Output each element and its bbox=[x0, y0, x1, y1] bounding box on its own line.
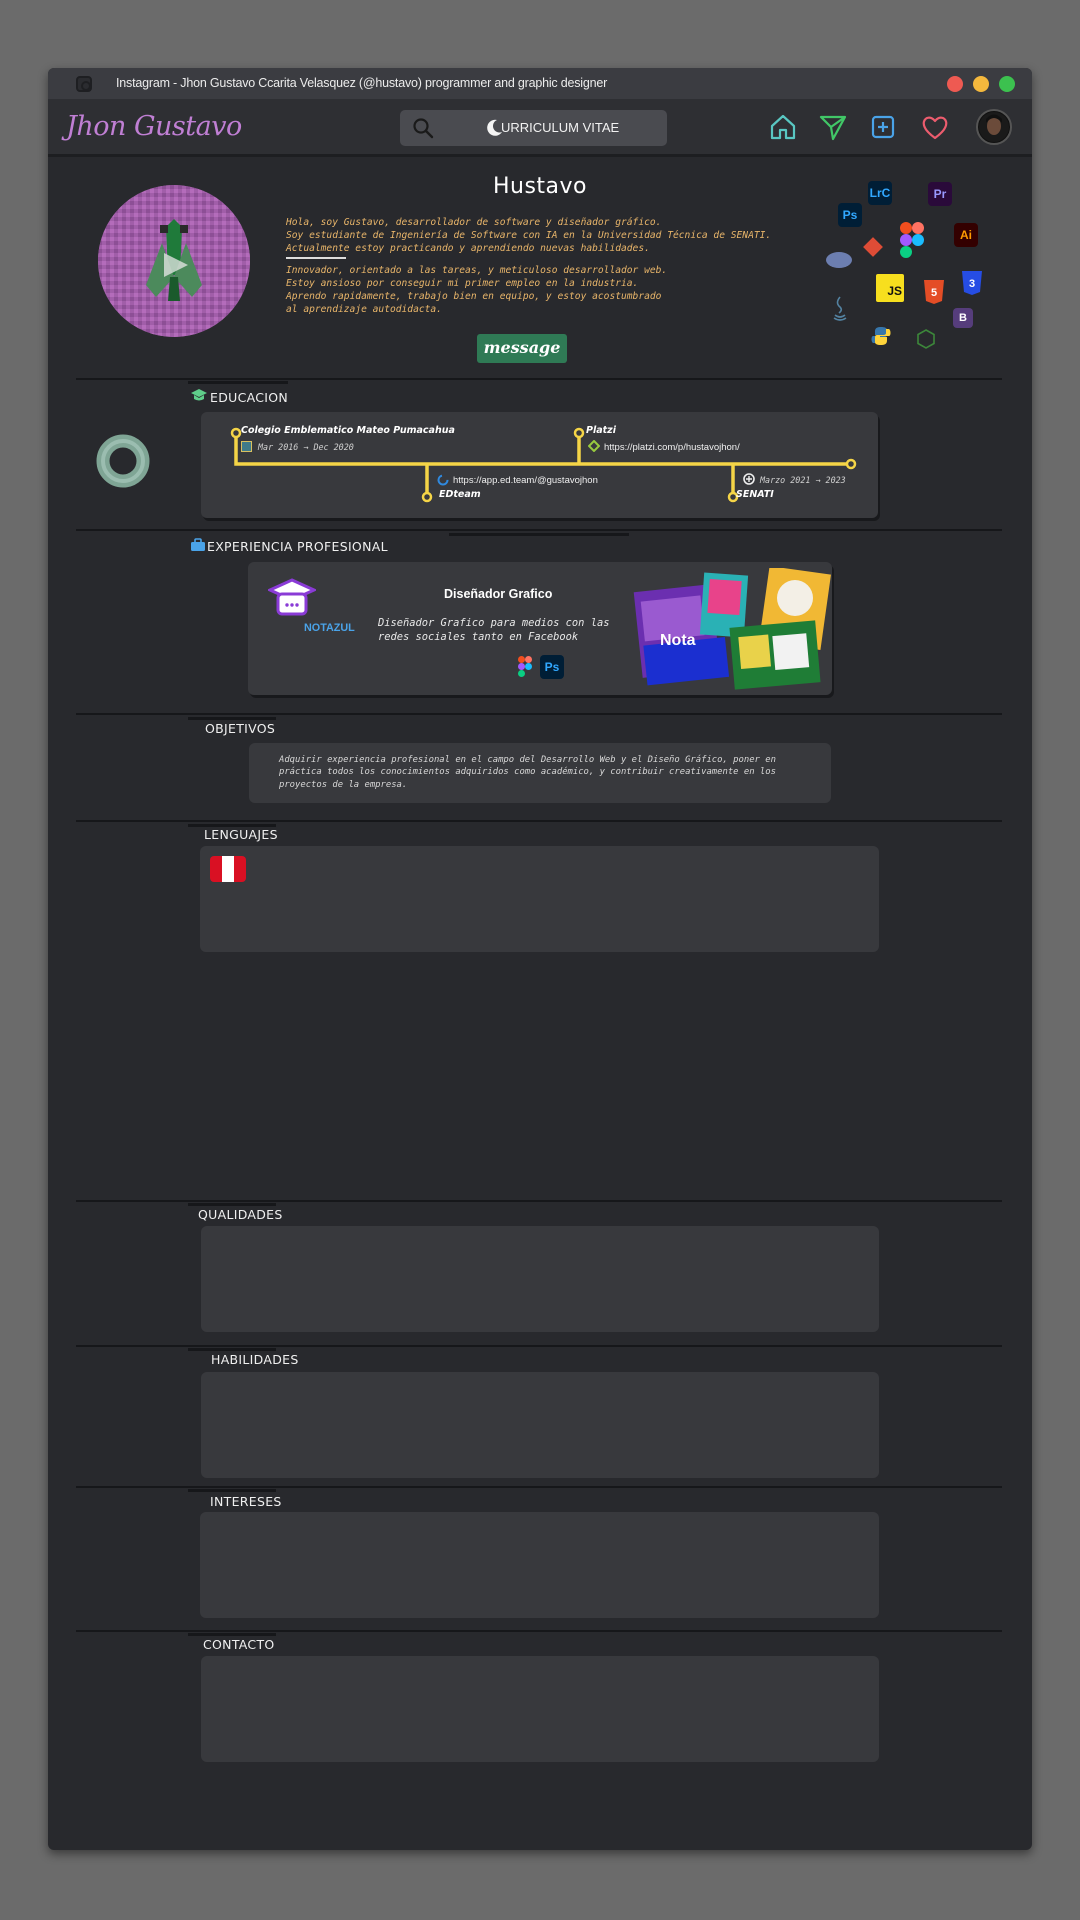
search-icon bbox=[413, 118, 434, 139]
minimize-window-button[interactable] bbox=[973, 76, 989, 92]
job-description: Diseñador Grafico para medios con las re… bbox=[378, 617, 610, 643]
showcase-logo-text: Nota bbox=[660, 632, 696, 649]
heart-icon[interactable] bbox=[920, 112, 950, 142]
php-elephant-icon bbox=[826, 252, 852, 268]
maximize-window-button[interactable] bbox=[999, 76, 1015, 92]
section-divider-accent bbox=[188, 1348, 276, 1351]
search-bar[interactable]: URRICULUM VITAE bbox=[400, 110, 667, 146]
html5-icon: 5 bbox=[924, 280, 944, 304]
skills-card bbox=[201, 1372, 879, 1478]
section-divider bbox=[76, 713, 1002, 715]
section-divider bbox=[76, 529, 1002, 531]
section-divider-accent bbox=[188, 1203, 276, 1206]
contact-title: CONTACTO bbox=[203, 1637, 275, 1652]
title-bar: Instagram - Jhon Gustavo Ccarita Velasqu… bbox=[48, 68, 1032, 99]
interests-card bbox=[200, 1512, 879, 1618]
lightroom-classic-icon: LrC bbox=[868, 181, 892, 205]
timeline-school: Colegio Emblematico Mateo Pumacahua bbox=[241, 425, 455, 436]
briefcase-icon bbox=[191, 538, 205, 551]
send-icon[interactable] bbox=[818, 112, 848, 142]
nodejs-icon bbox=[917, 329, 935, 349]
python-icon bbox=[871, 327, 891, 345]
languages-title: LENGUAJES bbox=[204, 827, 278, 842]
timeline-edteam: EDteam bbox=[439, 489, 481, 500]
profile-picture[interactable] bbox=[98, 185, 250, 337]
contact-card bbox=[201, 1656, 879, 1762]
notazul-logo-icon bbox=[268, 578, 316, 616]
senati-icon bbox=[743, 473, 755, 485]
job-title: Diseñador Grafico bbox=[444, 587, 553, 601]
instagram-icon bbox=[76, 76, 92, 92]
figma-tool-icon bbox=[518, 656, 532, 677]
premiere-icon: Pr bbox=[928, 182, 952, 206]
objectives-title: OBJETIVOS bbox=[205, 721, 276, 736]
timeline-school-date: Mar 2016 → Dec 2020 bbox=[258, 442, 354, 452]
section-divider bbox=[76, 1630, 1002, 1632]
languages-card bbox=[200, 846, 879, 952]
experience-card: NOTAZUL Diseñador Grafico Diseñador Graf… bbox=[248, 562, 832, 695]
education-title: EDUCACION bbox=[210, 390, 289, 405]
interests-title: INTERESES bbox=[210, 1494, 282, 1509]
section-divider-accent bbox=[188, 717, 276, 720]
section-divider bbox=[76, 1345, 1002, 1347]
section-divider bbox=[76, 1486, 1002, 1488]
avatar[interactable] bbox=[976, 109, 1012, 145]
javascript-icon: JS bbox=[876, 274, 904, 302]
section-divider bbox=[76, 1200, 1002, 1202]
git-icon bbox=[863, 237, 883, 257]
navbar: Jhon Gustavo URRICULUM VITAE bbox=[48, 99, 1032, 157]
objectives-text: Adquirir experiencia profesional en el c… bbox=[279, 755, 776, 790]
ring-decoration-icon bbox=[96, 434, 150, 488]
photoshop-tool-icon: Ps bbox=[540, 655, 564, 679]
section-divider-accent bbox=[188, 381, 288, 384]
section-divider bbox=[76, 820, 1002, 822]
illustrator-icon: Ai bbox=[954, 223, 978, 247]
qualities-card bbox=[201, 1226, 879, 1332]
figma-icon bbox=[900, 222, 924, 258]
edteam-icon bbox=[437, 474, 449, 486]
platzi-link[interactable]: https://platzi.com/p/hustavojhon/ bbox=[604, 442, 740, 453]
timeline-senati: SENATI bbox=[736, 489, 774, 500]
graduation-cap-icon bbox=[191, 389, 207, 401]
svg-text:3: 3 bbox=[969, 278, 975, 290]
education-timeline-card: Colegio Emblematico Mateo Pumacahua Mar … bbox=[201, 412, 878, 518]
section-divider-accent bbox=[188, 1489, 276, 1492]
skills-title: HABILIDADES bbox=[211, 1352, 299, 1367]
bootstrap-icon: B bbox=[953, 308, 973, 328]
css3-icon: 3 bbox=[962, 271, 982, 295]
timeline-platzi: Platzi bbox=[586, 425, 616, 436]
search-text: URRICULUM VITAE bbox=[501, 120, 620, 135]
section-divider-accent bbox=[449, 533, 629, 536]
java-icon bbox=[833, 296, 847, 321]
add-post-icon[interactable] bbox=[868, 112, 898, 142]
section-divider bbox=[76, 378, 1002, 380]
svg-text:5: 5 bbox=[931, 287, 937, 299]
bio-traits: Innovador, orientado a las tareas, y met… bbox=[286, 265, 668, 315]
timeline-senati-date: Marzo 2021 → 2023 bbox=[760, 475, 846, 485]
bio-intro: Hola, soy Gustavo, desarrollador de soft… bbox=[286, 217, 772, 254]
design-showcase-image[interactable]: Nota bbox=[632, 566, 832, 692]
home-icon[interactable] bbox=[768, 112, 798, 142]
school-crest-icon bbox=[241, 441, 252, 452]
bio-divider bbox=[286, 257, 346, 259]
qualities-title: QUALIDADES bbox=[198, 1207, 283, 1222]
window-title: Instagram - Jhon Gustavo Ccarita Velasqu… bbox=[116, 76, 608, 90]
close-window-button[interactable] bbox=[947, 76, 963, 92]
platzi-icon bbox=[588, 440, 600, 452]
objectives-card: Adquirir experiencia profesional en el c… bbox=[249, 743, 831, 803]
brand-logo[interactable]: Jhon Gustavo bbox=[66, 111, 242, 142]
message-button[interactable]: message bbox=[477, 334, 567, 363]
peru-flag-icon bbox=[210, 856, 246, 882]
experience-title: EXPERIENCIA PROFESIONAL bbox=[207, 539, 388, 554]
section-divider-accent bbox=[188, 1633, 276, 1636]
edteam-link[interactable]: https://app.ed.team/@gustavojhon bbox=[453, 475, 598, 486]
company-name: NOTAZUL bbox=[304, 622, 355, 634]
browser-window: Instagram - Jhon Gustavo Ccarita Velasqu… bbox=[48, 68, 1032, 1850]
photoshop-icon: Ps bbox=[838, 203, 862, 227]
